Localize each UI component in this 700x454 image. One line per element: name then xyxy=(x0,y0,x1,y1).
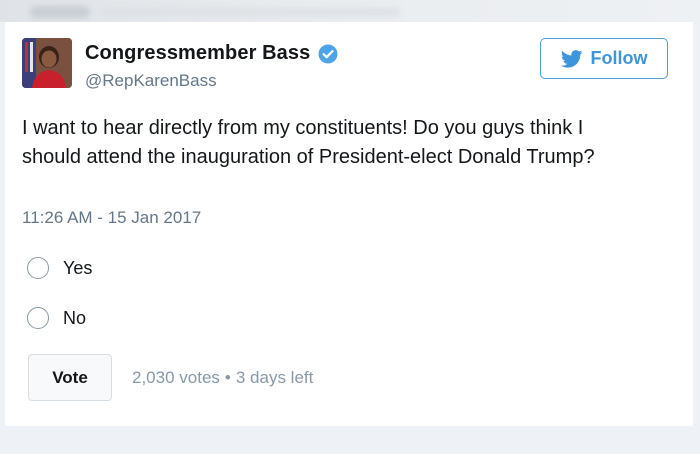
blurred-header-background xyxy=(0,0,700,22)
bottom-background xyxy=(0,426,700,454)
follow-label: Follow xyxy=(590,48,648,68)
tweet-timestamp[interactable]: 11:26 AM - 15 Jan 2017 xyxy=(22,208,201,228)
follow-button[interactable]: Follow xyxy=(540,38,668,79)
poll-option-no[interactable]: No xyxy=(27,307,86,329)
author-name-row: Congressmember Bass xyxy=(85,42,338,65)
poll-meta: 2,030 votes • 3 days left xyxy=(132,368,313,388)
author-handle[interactable]: @RepKarenBass xyxy=(85,71,217,91)
page: Congressmember Bass @RepKarenBass Follow… xyxy=(0,0,700,454)
poll-radio-no[interactable] xyxy=(27,307,49,329)
poll-radio-yes[interactable] xyxy=(27,257,49,279)
tweet-card: Congressmember Bass @RepKarenBass Follow… xyxy=(5,22,693,426)
avatar[interactable] xyxy=(22,38,72,88)
vote-button[interactable]: Vote xyxy=(28,354,112,401)
poll-option-yes[interactable]: Yes xyxy=(27,257,92,279)
author-name[interactable]: Congressmember Bass xyxy=(85,42,310,65)
poll-votes-count: 2,030 votes xyxy=(132,368,220,387)
twitter-bird-icon xyxy=(560,49,583,68)
poll-separator: • xyxy=(224,368,231,387)
tweet-text: I want to hear directly from my constitu… xyxy=(22,117,595,168)
verified-badge-icon xyxy=(318,44,338,64)
poll-option-label: Yes xyxy=(63,257,93,278)
vote-label: Vote xyxy=(52,367,88,387)
poll-time-left: 3 days left xyxy=(235,368,314,387)
poll-option-label: No xyxy=(63,307,87,328)
